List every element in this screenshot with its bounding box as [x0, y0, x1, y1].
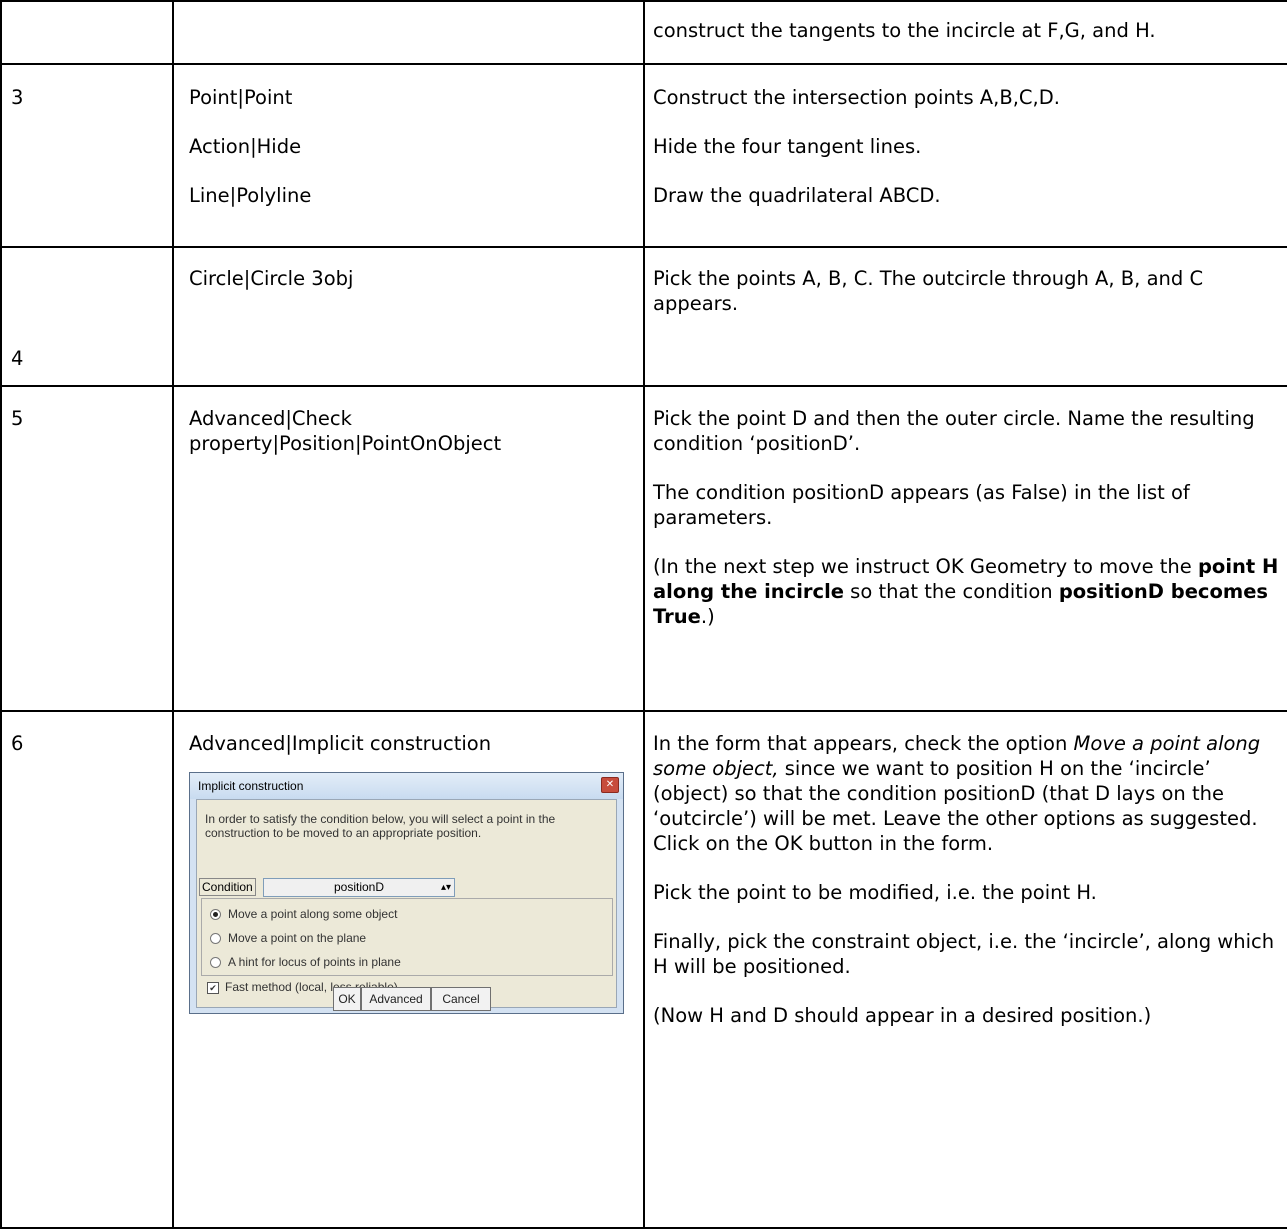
menu-command: Advanced|Check property|Position|PointOn… — [189, 407, 502, 455]
menu-cell: Circle|Circle 3obj — [172, 246, 645, 387]
description-text: Pick the point to be modified, i.e. the … — [653, 881, 1097, 904]
description-text: (Now H and D should appear in a desired … — [653, 1004, 1152, 1027]
table-row: construct the tangents to the incircle a… — [0, 0, 1287, 65]
description-cell: In the form that appears, check the opti… — [643, 710, 1287, 1229]
checkbox-checked-icon[interactable]: ✔ — [207, 981, 219, 994]
description-cell: Construct the intersection points A,B,C,… — [643, 63, 1287, 248]
radio-selected-icon[interactable] — [210, 909, 221, 921]
step-cell: 5 — [0, 385, 174, 712]
table-row: 6 Advanced|Implicit construction Implici… — [0, 710, 1287, 1229]
description-text: Pick the points A, B, C. The outcircle t… — [653, 267, 1204, 315]
menu-cell: Advanced|Check property|Position|PointOn… — [172, 385, 645, 712]
implicit-construction-dialog: Implicit construction ✕ In order to sati… — [189, 772, 624, 1014]
menu-command: Line|Polyline — [189, 184, 312, 207]
dialog-title: Implicit construction — [198, 779, 304, 793]
option-move-along-object[interactable]: Move a point along some object — [210, 905, 397, 923]
step-cell: 4 — [0, 246, 174, 387]
menu-command: Point|Point — [189, 86, 293, 109]
radio-icon[interactable] — [210, 933, 221, 945]
description-cell: Pick the points A, B, C. The outcircle t… — [643, 246, 1287, 387]
close-icon[interactable]: ✕ — [601, 777, 619, 793]
description-text: Construct the intersection points A,B,C,… — [653, 86, 1060, 109]
step-cell: 3 — [0, 63, 174, 248]
menu-command: Action|Hide — [189, 135, 302, 158]
description-cell: Pick the point D and then the outer circ… — [643, 385, 1287, 712]
option-move-on-plane[interactable]: Move a point on the plane — [210, 929, 366, 947]
step-number: 6 — [11, 732, 24, 755]
steps-table: construct the tangents to the incircle a… — [0, 0, 1287, 1229]
menu-cell: Advanced|Implicit construction Implicit … — [172, 710, 645, 1229]
description-text: Pick the point D and then the outer circ… — [653, 407, 1255, 455]
dialog-titlebar: Implicit construction ✕ — [190, 773, 623, 799]
menu-command: Circle|Circle 3obj — [189, 267, 354, 290]
options-group: Move a point along some object Move a po… — [201, 898, 613, 976]
description-text: construct the tangents to the incircle a… — [653, 19, 1156, 42]
radio-icon[interactable] — [210, 957, 221, 969]
table-row: 4 Circle|Circle 3obj Pick the points A, … — [0, 246, 1287, 387]
step-cell: 6 — [0, 710, 174, 1229]
cancel-button[interactable]: Cancel — [431, 987, 491, 1011]
description-text: The condition positionD appears (as Fals… — [653, 481, 1190, 529]
description-text: Hide the four tangent lines. — [653, 135, 922, 158]
menu-cell — [172, 0, 645, 65]
table-row: 5 Advanced|Check property|Position|Point… — [0, 385, 1287, 712]
option-locus-hint[interactable]: A hint for locus of points in plane — [210, 953, 401, 971]
description-text: (In the next step we instruct OK Geometr… — [653, 555, 1279, 628]
condition-select[interactable]: positionD ▴▾ — [263, 878, 455, 897]
menu-cell: Point|Point Action|Hide Line|Polyline — [172, 63, 645, 248]
spinner-icon[interactable]: ▴▾ — [441, 879, 451, 896]
description-cell: construct the tangents to the incircle a… — [643, 0, 1287, 65]
description-text: Finally, pick the constraint object, i.e… — [653, 930, 1275, 978]
dialog-message: In order to satisfy the condition below,… — [205, 812, 556, 840]
table-row: 3 Point|Point Action|Hide Line|Polyline … — [0, 63, 1287, 248]
menu-command: Advanced|Implicit construction — [189, 732, 492, 755]
description-text: In the form that appears, check the opti… — [653, 732, 1261, 855]
step-number: 4 — [11, 347, 24, 370]
step-number: 5 — [11, 407, 24, 430]
dialog-body: In order to satisfy the condition below,… — [196, 799, 617, 1008]
advanced-button[interactable]: Advanced — [361, 987, 431, 1011]
condition-label: Condition — [199, 878, 256, 896]
ok-button[interactable]: OK — [333, 987, 361, 1011]
description-text: Draw the quadrilateral ABCD. — [653, 184, 941, 207]
step-cell — [0, 0, 174, 65]
step-number: 3 — [11, 86, 24, 109]
